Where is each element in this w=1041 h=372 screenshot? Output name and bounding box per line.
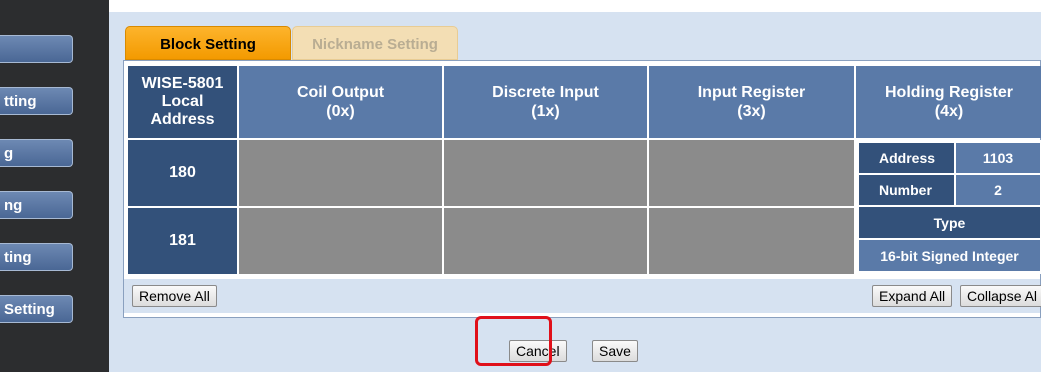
header-coil-output-label: Coil Output (0x) (296, 84, 385, 120)
main-content: Block Setting Nickname Setting WISE-5801… (109, 12, 1041, 372)
header-input-register-label: Input Register (3x) (697, 84, 806, 120)
header-discrete-input-label: Discrete Input (1x) (492, 84, 599, 120)
table-toolbar: Remove All Expand All Collapse Al (124, 279, 1041, 313)
header-coil-output: Coil Output (0x) (239, 66, 442, 138)
sidebar-item-3[interactable]: g (0, 139, 73, 167)
tab-block-setting[interactable]: Block Setting (125, 26, 291, 60)
holding-number-value: 2 (956, 175, 1040, 205)
discrete-cell-180[interactable] (444, 140, 647, 206)
header-discrete-input: Discrete Input (1x) (444, 66, 647, 138)
coil-cell-180[interactable] (239, 140, 442, 206)
header-holding-register-label: Holding Register (4x) (884, 84, 1013, 120)
holding-address-value: 1103 (956, 143, 1040, 173)
save-button[interactable]: Save (592, 340, 638, 362)
sidebar-item-6[interactable]: Setting (0, 295, 73, 323)
input-register-cell-181[interactable] (649, 208, 854, 274)
coil-cell-181[interactable] (239, 208, 442, 274)
holding-number-label: Number (859, 175, 954, 205)
discrete-cell-181[interactable] (444, 208, 647, 274)
sidebar-item-5[interactable]: ting (0, 243, 73, 271)
sidebar-item-2[interactable]: tting (0, 87, 73, 115)
header-holding-register: Holding Register (4x) (856, 66, 1041, 138)
block-table-panel: WISE-5801 Local Address Coil Output (0x)… (123, 60, 1041, 318)
expand-all-button[interactable]: Expand All (872, 285, 953, 307)
holding-register-block[interactable]: Address 1103 Number 2 Type 16-bit Signed… (857, 140, 1041, 274)
holding-address-label: Address (859, 143, 954, 173)
header-local-address: WISE-5801 Local Address (128, 66, 237, 138)
sidebar-item-4[interactable]: ng (0, 191, 73, 219)
sidebar: tting g ng ting Setting (0, 0, 109, 372)
header-input-register: Input Register (3x) (649, 66, 854, 138)
row-address-180: 180 (128, 140, 237, 206)
tab-nickname-setting[interactable]: Nickname Setting (292, 26, 458, 60)
save-highlight-box (475, 316, 552, 366)
sidebar-item-1[interactable] (0, 35, 73, 63)
remove-all-button[interactable]: Remove All (132, 285, 217, 307)
header-local-address-label: WISE-5801 Local Address (141, 75, 224, 128)
holding-type-value: 16-bit Signed Integer (859, 240, 1040, 271)
collapse-all-button[interactable]: Collapse Al (960, 285, 1041, 307)
input-register-cell-180[interactable] (649, 140, 854, 206)
row-address-181: 181 (128, 208, 237, 274)
holding-type-label: Type (859, 207, 1040, 238)
